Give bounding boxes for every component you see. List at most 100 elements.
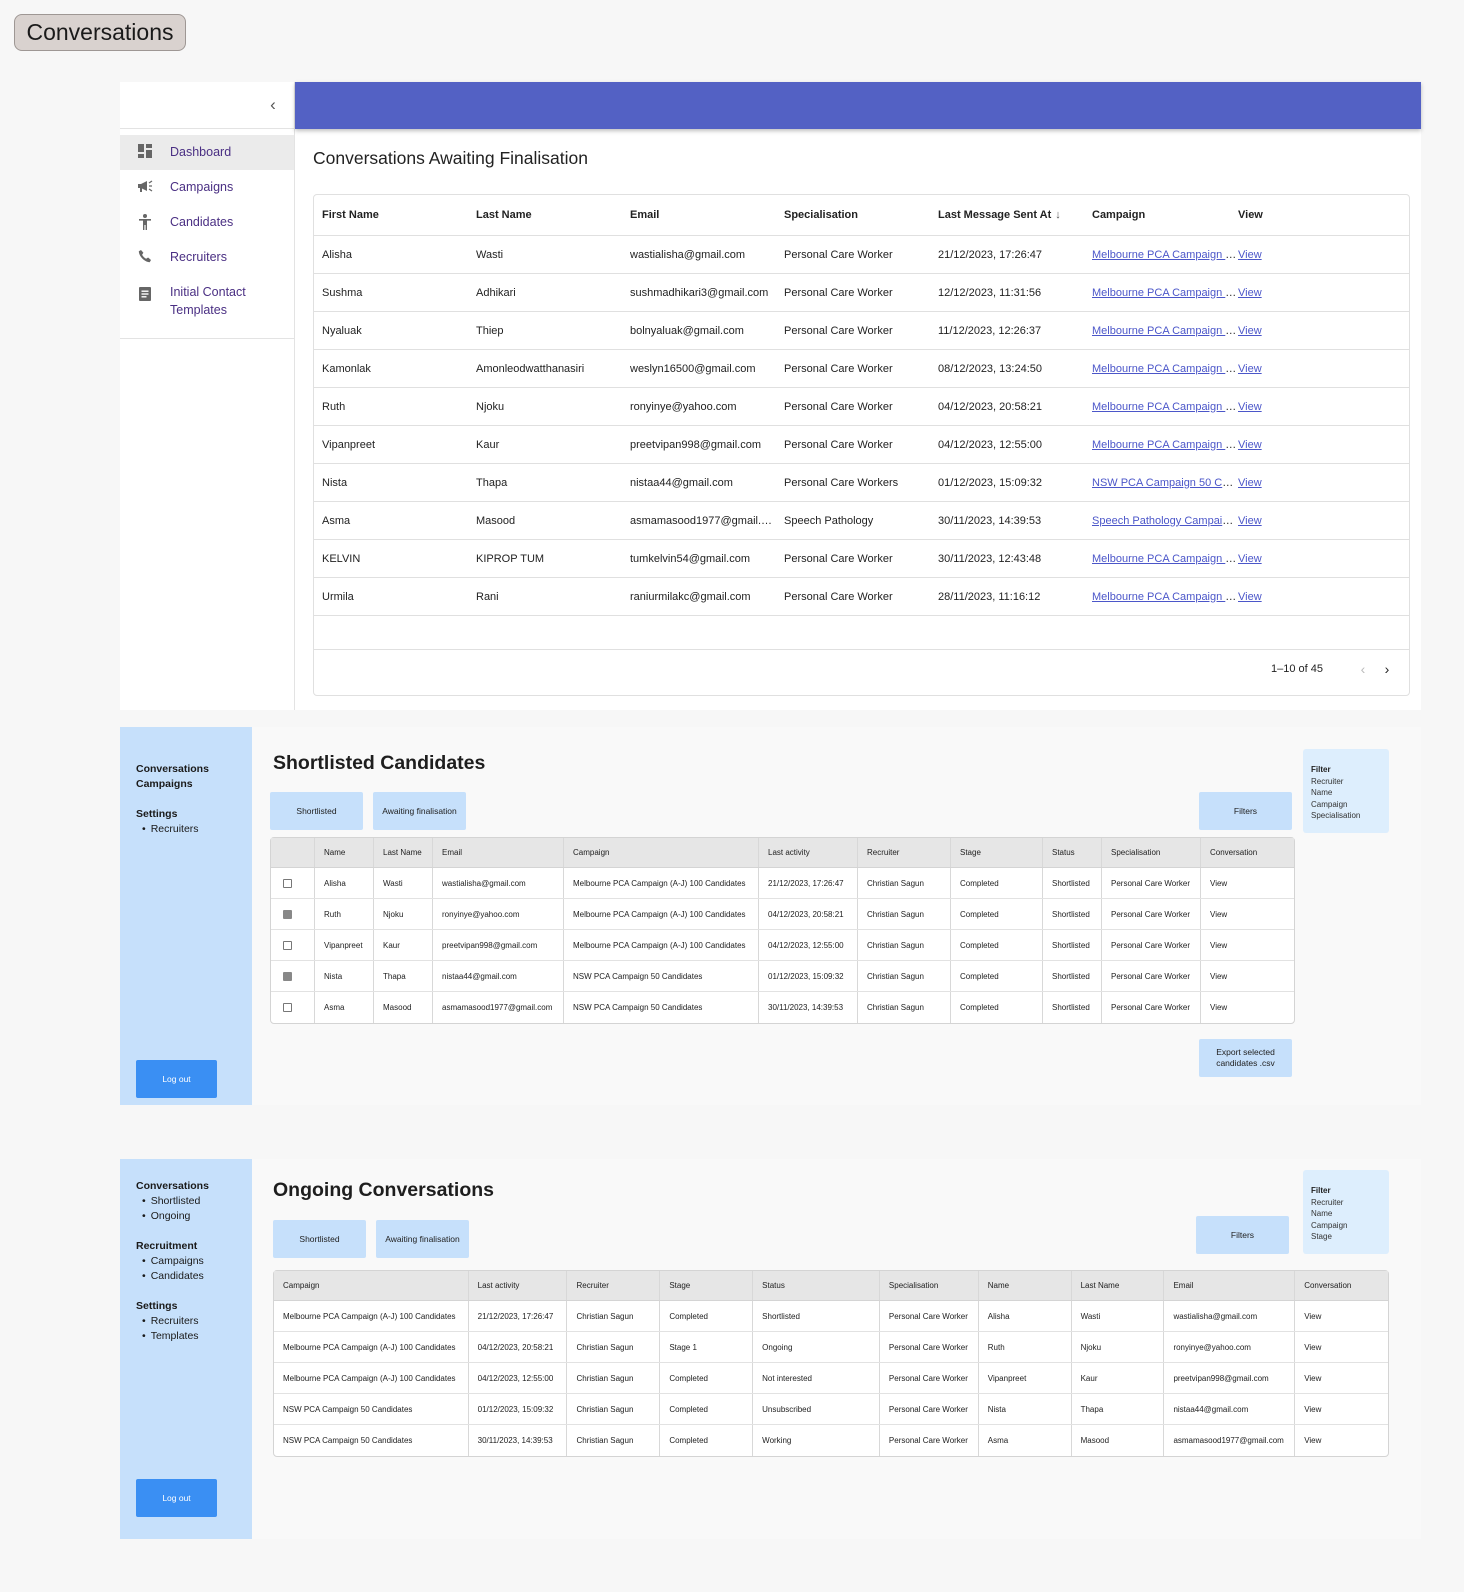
campaign-link[interactable]: Melbourne PCA Campaign (J-Z) <box>1092 591 1238 603</box>
table-cell-email: raniurmilakc@gmail.com <box>630 590 751 603</box>
campaign-link[interactable]: Melbourne PCA Campaign (A-J) <box>1092 249 1238 261</box>
sidebar-header: ‹ <box>120 82 294 129</box>
filter-option[interactable]: Specialisation <box>1311 810 1381 822</box>
table-cell-email: asmamasood1977@gmail.com <box>630 514 776 527</box>
chevron-left-icon[interactable]: ‹ <box>262 94 284 116</box>
table-cell: Vipanpreet <box>979 1363 1072 1393</box>
view-link[interactable]: View <box>1238 249 1262 261</box>
view-link[interactable]: View <box>1201 868 1294 898</box>
tab-awaiting-finalisation[interactable]: Awaiting finalisation <box>376 1220 469 1258</box>
view-link[interactable]: View <box>1238 439 1262 451</box>
column-header[interactable]: First Name <box>314 209 468 221</box>
view-link[interactable]: View <box>1201 961 1294 991</box>
nav-item-recruiters[interactable]: Recruiters <box>136 1314 209 1329</box>
sidebar-item-templates[interactable]: Initial Contact Templates <box>120 275 294 331</box>
table-cell: Thapa <box>1072 1394 1165 1424</box>
row-checkbox[interactable] <box>283 940 292 950</box>
view-link[interactable]: View <box>1201 992 1294 1023</box>
campaign-link[interactable]: Melbourne PCA Campaign (J-Z) <box>1092 439 1238 451</box>
nav-group-conversations[interactable]: Conversations <box>136 762 209 777</box>
nav-item-recruiters[interactable]: Recruiters <box>136 822 209 837</box>
column-header: Recruiter <box>567 1271 661 1300</box>
column-header-label: Last Message Sent At <box>938 209 1052 221</box>
chevron-right-icon[interactable]: › <box>1375 661 1399 677</box>
table-cell: Nista <box>979 1394 1072 1424</box>
filter-option[interactable]: Recruiter <box>1311 776 1381 788</box>
table-cell: Working <box>753 1425 880 1456</box>
nav-item-candidates[interactable]: Candidates <box>136 1269 209 1284</box>
view-link[interactable]: View <box>1295 1363 1388 1393</box>
table-cell-sent: 04/12/2023, 12:55:00 <box>938 438 1042 451</box>
column-header[interactable]: Email <box>622 209 776 221</box>
row-checkbox[interactable] <box>283 971 292 981</box>
campaign-link[interactable]: Melbourne PCA Campaign (J-Z) <box>1092 325 1238 337</box>
filter-option[interactable]: Name <box>1311 787 1381 799</box>
nav-item-shortlisted[interactable]: Shortlisted <box>136 1194 209 1209</box>
filter-option[interactable]: Campaign <box>1311 799 1381 811</box>
view-link[interactable]: View <box>1238 477 1262 489</box>
nav-list: Recruiters <box>136 822 209 837</box>
export-csv-button[interactable]: Export selected candidates .csv <box>1199 1039 1292 1077</box>
table-row: Ruth Njoku ronyinye@yahoo.com Melbourne PCA… <box>271 899 1294 930</box>
row-checkbox[interactable] <box>283 1003 292 1012</box>
view-link[interactable]: View <box>1238 515 1262 527</box>
view-link[interactable]: View <box>1238 553 1262 565</box>
table-cell: 30/11/2023, 14:39:53 <box>759 992 858 1023</box>
view-link[interactable]: View <box>1238 591 1262 603</box>
wireframe-nav: Conversations ShortlistedOngoing Recruitme… <box>136 1179 209 1359</box>
campaign-link[interactable]: Melbourne PCA Campaign (J-Z) <box>1092 363 1238 375</box>
nav-item-campaigns[interactable]: Campaigns <box>136 1254 209 1269</box>
view-link[interactable]: View <box>1238 325 1262 337</box>
column-header <box>271 838 315 867</box>
view-link[interactable]: View <box>1238 401 1262 413</box>
logout-button[interactable]: Log out <box>136 1060 217 1098</box>
view-link[interactable]: View <box>1295 1301 1388 1331</box>
tab-shortlisted[interactable]: Shortlisted <box>270 792 363 830</box>
column-header-sorted[interactable]: Last Message Sent At ↓ <box>930 209 1084 221</box>
chevron-left-icon[interactable]: ‹ <box>1351 661 1375 677</box>
table-cell: Asma <box>979 1425 1072 1456</box>
filter-option[interactable]: Name <box>1311 1208 1381 1220</box>
campaign-link[interactable]: Melbourne PCA Campaign (J-Z) <box>1092 401 1238 413</box>
sidebar-item-recruiters[interactable]: Recruiters <box>120 240 294 275</box>
filter-option[interactable]: Campaign <box>1311 1220 1381 1232</box>
tab-awaiting-finalisation[interactable]: Awaiting finalisation <box>373 792 466 830</box>
campaign-link[interactable]: NSW PCA Campaign 50 Candidates <box>1092 477 1238 489</box>
filter-option[interactable]: Stage <box>1311 1231 1381 1243</box>
table-cell-email: sushmadhikari3@gmail.com <box>630 286 769 299</box>
row-checkbox[interactable] <box>283 909 292 919</box>
table-cell-sent: 12/12/2023, 11:31:56 <box>938 286 1042 299</box>
nav-item-templates[interactable]: Templates <box>136 1329 209 1344</box>
logout-button[interactable]: Log out <box>136 1479 217 1517</box>
view-link[interactable]: View <box>1295 1394 1388 1424</box>
filters-button[interactable]: Filters <box>1199 792 1292 830</box>
table-cell-campaign: Melbourne PCA Campaign (J-Z) <box>1084 553 1238 565</box>
campaign-link[interactable]: Speech Pathology Campaign Au <box>1092 515 1238 527</box>
column-header: Stage <box>951 838 1043 867</box>
view-link[interactable]: View <box>1201 930 1294 960</box>
nav-item-ongoing[interactable]: Ongoing <box>136 1209 209 1224</box>
nav-group-campaigns[interactable]: Campaigns <box>136 777 209 792</box>
view-link[interactable]: View <box>1238 363 1262 375</box>
column-header[interactable]: Last Name <box>468 209 622 221</box>
filter-option[interactable]: Recruiter <box>1311 1197 1381 1209</box>
campaign-link[interactable]: Melbourne PCA Campaign (J-Z) <box>1092 553 1238 565</box>
column-header: Status <box>1043 838 1102 867</box>
view-link[interactable]: View <box>1238 287 1262 299</box>
column-header: Name <box>315 838 374 867</box>
view-link[interactable]: View <box>1295 1425 1388 1456</box>
row-checkbox[interactable] <box>283 878 292 888</box>
view-link[interactable]: View <box>1295 1332 1388 1362</box>
column-header[interactable]: Campaign <box>1084 209 1238 221</box>
table-cell: Masood <box>374 992 433 1023</box>
filters-button[interactable]: Filters <box>1196 1216 1289 1254</box>
nav-group-recruitment: Recruitment <box>136 1240 198 1252</box>
view-link[interactable]: View <box>1201 899 1294 929</box>
tab-shortlisted[interactable]: Shortlisted <box>273 1220 366 1258</box>
column-header[interactable]: Specialisation <box>776 209 930 221</box>
sidebar-item-candidates[interactable]: Candidates <box>120 205 294 240</box>
sidebar-item-campaigns[interactable]: Campaigns <box>120 170 294 205</box>
table-cell: nistaa44@gmail.com <box>433 961 564 991</box>
sidebar-item-dashboard[interactable]: Dashboard <box>120 135 294 170</box>
campaign-link[interactable]: Melbourne PCA Campaign (J-Z) <box>1092 287 1238 299</box>
